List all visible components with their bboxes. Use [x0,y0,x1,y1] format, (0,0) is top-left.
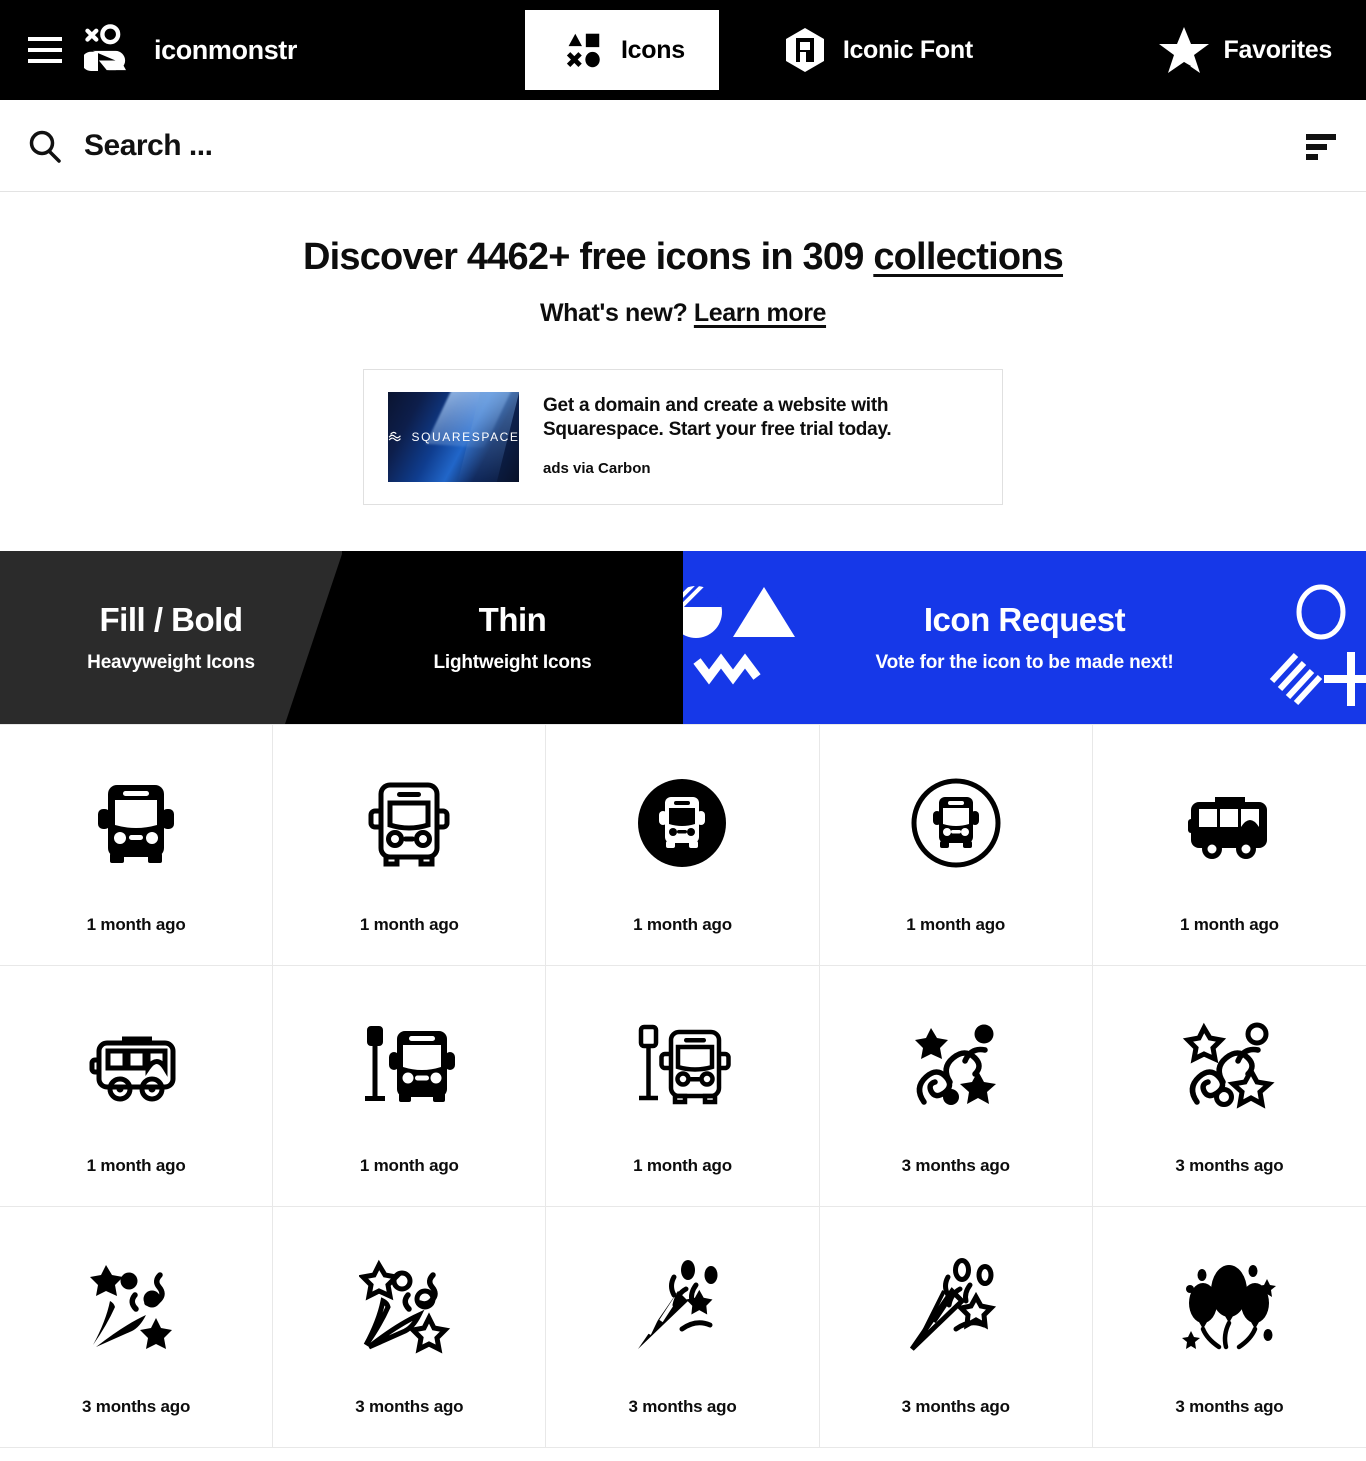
tab-iconic-font-label: Iconic Font [842,35,973,64]
ad-body: Get a domain and create a website with S… [543,392,978,482]
carbon-ad[interactable]: SQUARESPACE Get a domain and create a we… [363,368,1003,505]
favorites-label: Favorites [1223,35,1333,64]
brand-home-link[interactable]: iconmonstr [84,22,297,78]
bus-stop-outline-icon [546,966,818,1156]
icon-card-label: 3 months ago [901,1155,1010,1175]
promo-fill-bold-subtitle: Heavyweight Icons [87,651,255,673]
icon-card-label: 3 months ago [901,1396,1010,1416]
bus-circle-filled-icon [546,725,818,915]
icon-card[interactable]: 3 months ago [819,965,1093,1207]
party-popper-outline-icon [820,1207,1092,1397]
icon-card[interactable]: 3 months ago [0,1206,274,1448]
learn-more-link[interactable]: Learn more [694,299,827,327]
promo-thin-subtitle: Lightweight Icons [433,651,592,673]
iconmonstr-logo-icon [84,24,126,71]
promo-icon-request-title: Icon Request [923,600,1126,638]
icon-card[interactable]: 1 month ago [0,965,274,1207]
celebration-firework-outline-icon [273,1207,545,1397]
bus-side-outline-icon [0,966,272,1156]
icon-card[interactable]: 1 month ago [273,724,547,966]
confetti-streamers-filled-icon [820,966,1092,1156]
icon-card[interactable]: 1 month ago [273,965,547,1207]
icon-card-label: 3 months ago [1175,1396,1284,1416]
nav-left-group: iconmonstr [0,0,297,100]
icon-card-label: 1 month ago [633,914,732,934]
icon-card[interactable]: 1 month ago [546,965,820,1207]
icon-card-label: 1 month ago [359,1155,459,1175]
confetti-streamers-outline-icon [1093,966,1366,1156]
hero-section: Discover 4462+ free icons in 309 collect… [0,192,1366,328]
tab-icons[interactable]: Icons [525,10,719,90]
page-title: Discover 4462+ free icons in 309 collect… [0,236,1366,280]
icon-card[interactable]: 1 month ago [0,724,274,966]
top-navigation: iconmonstr Icons Iconic Font Favorites [0,0,1366,100]
icon-card-label: 1 month ago [906,914,1006,934]
bus-circle-outline-icon [820,725,1092,915]
search-icon[interactable] [28,129,62,163]
icon-card[interactable]: 1 month ago [1092,724,1366,966]
sort-filter-icon[interactable] [1302,129,1340,163]
icon-card[interactable]: 3 months ago [819,1206,1093,1448]
promo-thin-title: Thin [478,600,547,638]
ad-brand-label: SQUARESPACE [411,429,519,444]
party-popper-filled-icon [546,1207,818,1397]
ad-thumbnail: SQUARESPACE [388,391,519,482]
icon-card[interactable]: 3 months ago [546,1206,820,1448]
promo-banners: Fill / Bold Heavyweight Icons Thin Light… [0,550,1366,724]
icon-card[interactable]: 1 month ago [819,724,1093,966]
promo-icon-request[interactable]: Icon Request Vote for the icon to be mad… [683,550,1366,724]
ad-text: Get a domain and create a website with S… [543,394,892,440]
striped-half-circle-icon [683,585,722,638]
hero-subtitle: What's new? Learn more [0,299,1366,328]
triangle-icon [733,586,795,637]
promo-icon-request-subtitle: Vote for the icon to be made next! [875,651,1174,673]
bus-front-outline-icon [273,725,545,915]
plus-icon [1324,651,1366,706]
page-title-text: Discover 4462+ free icons in 309 [302,236,874,278]
icon-card-label: 3 months ago [1175,1155,1284,1175]
tab-iconic-font[interactable]: Iconic Font [749,0,1007,100]
diagonal-stripes-icon [1269,652,1323,705]
icon-card[interactable]: 3 months ago [273,1206,547,1448]
celebration-firework-filled-icon [0,1207,272,1397]
advertisement-region: SQUARESPACE Get a domain and create a we… [0,368,1366,505]
search-input[interactable] [84,128,1302,163]
icon-card[interactable]: 3 months ago [1092,965,1366,1207]
brand-name: iconmonstr [154,34,298,65]
search-bar [0,100,1366,192]
circle-outline-icon [1296,584,1346,640]
icon-card-label: 3 months ago [628,1396,737,1416]
icon-card-label: 3 months ago [355,1396,464,1416]
hero-subtitle-text: What's new? [539,298,694,327]
balloons-filled-icon [1093,1207,1366,1397]
icon-card-label: 3 months ago [82,1396,191,1416]
bus-stop-filled-icon [273,966,545,1156]
shapes-icon [566,33,600,68]
icon-card-label: 1 month ago [633,1155,732,1175]
icon-card[interactable]: 1 month ago [546,724,820,966]
ad-brand: SQUARESPACE [388,428,519,445]
collections-link[interactable]: collections [873,236,1064,278]
icon-card-label: 1 month ago [86,914,186,934]
hamburger-icon[interactable] [28,37,62,63]
zigzag-icon [693,653,761,685]
squarespace-logo-icon [389,432,402,442]
icon-card-label: 1 month ago [359,914,459,934]
promo-thin[interactable]: Thin Lightweight Icons [342,550,683,724]
promo-fill-bold[interactable]: Fill / Bold Heavyweight Icons [0,550,342,724]
bus-front-filled-icon [0,725,272,915]
icon-grid: 1 month ago 1 month ago 1 month ago 1 mo… [0,723,1366,1448]
favorites-link[interactable]: Favorites [1158,0,1366,100]
ad-attribution: ads via Carbon [543,460,651,478]
icon-card-label: 1 month ago [86,1155,186,1175]
star-icon [1158,27,1209,73]
hexagon-font-icon [785,28,824,72]
icon-card[interactable]: 3 months ago [1092,1206,1366,1448]
bus-side-filled-icon [1093,725,1366,915]
icon-card-label: 1 month ago [1179,914,1279,934]
promo-fill-bold-title: Fill / Bold [99,600,243,638]
tab-icons-label: Icons [621,35,685,64]
